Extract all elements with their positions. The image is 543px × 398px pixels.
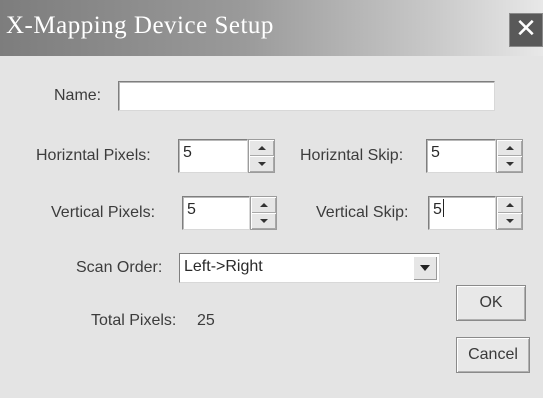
horizontal-skip-field[interactable]: 5 xyxy=(426,139,496,173)
scan-order-select[interactable]: Left->Right xyxy=(179,253,440,283)
text-cursor xyxy=(442,199,444,217)
horizontal-pixels-down-button[interactable] xyxy=(249,156,274,172)
spin-down-arrow-icon xyxy=(505,162,514,166)
vertical-skip-value: 5 xyxy=(433,201,442,218)
vertical-pixels-label: Vertical Pixels: xyxy=(51,204,156,221)
vertical-skip-down-button[interactable] xyxy=(497,213,522,229)
x-mapping-device-setup-dialog: X-Mapping Device Setup ✕ Name: Horizntal… xyxy=(0,0,543,398)
scan-order-label: Scan Order: xyxy=(76,259,163,276)
horizontal-pixels-spinner[interactable] xyxy=(248,139,275,173)
horizontal-skip-spinner[interactable] xyxy=(496,139,523,173)
horizontal-pixels-value: 5 xyxy=(183,144,192,161)
vertical-skip-spinner[interactable] xyxy=(496,196,523,230)
ok-button[interactable]: OK xyxy=(456,285,526,321)
horizontal-skip-label: Horizntal Skip: xyxy=(300,147,404,164)
close-button[interactable]: ✕ xyxy=(509,13,543,47)
spin-down-arrow-icon xyxy=(259,219,268,223)
vertical-skip-up-button[interactable] xyxy=(497,197,522,213)
horizontal-skip-value: 5 xyxy=(431,144,440,161)
vertical-pixels-up-button[interactable] xyxy=(251,197,276,213)
horizontal-pixels-label: Horizntal Pixels: xyxy=(36,147,151,164)
cancel-button[interactable]: Cancel xyxy=(456,337,530,373)
total-pixels-label: Total Pixels: xyxy=(91,312,177,329)
close-icon: ✕ xyxy=(515,14,537,44)
vertical-pixels-spinner[interactable] xyxy=(250,196,277,230)
vertical-pixels-down-button[interactable] xyxy=(251,213,276,229)
total-pixels-value: 25 xyxy=(197,312,215,329)
title-bar[interactable]: X-Mapping Device Setup ✕ xyxy=(0,0,543,56)
scan-order-dropdown-button[interactable] xyxy=(413,256,437,280)
vertical-pixels-value: 5 xyxy=(187,201,196,218)
spin-down-arrow-icon xyxy=(505,219,514,223)
horizontal-pixels-up-button[interactable] xyxy=(249,140,274,156)
horizontal-skip-up-button[interactable] xyxy=(497,140,522,156)
window-frame-left xyxy=(0,56,10,398)
spin-down-arrow-icon xyxy=(257,162,266,166)
window-title: X-Mapping Device Setup xyxy=(6,12,274,39)
vertical-skip-label: Vertical Skip: xyxy=(316,204,409,221)
spin-up-arrow-icon xyxy=(505,146,514,150)
horizontal-pixels-field[interactable]: 5 xyxy=(178,139,248,173)
name-field[interactable] xyxy=(118,81,495,111)
horizontal-skip-down-button[interactable] xyxy=(497,156,522,172)
vertical-pixels-field[interactable]: 5 xyxy=(182,196,250,230)
chevron-down-icon xyxy=(420,265,430,271)
scan-order-value: Left->Right xyxy=(184,258,263,275)
spin-up-arrow-icon xyxy=(505,203,514,207)
name-label: Name: xyxy=(54,87,102,104)
spin-up-arrow-icon xyxy=(259,203,268,207)
spin-up-arrow-icon xyxy=(257,146,266,150)
vertical-skip-field[interactable]: 5 xyxy=(428,196,496,230)
